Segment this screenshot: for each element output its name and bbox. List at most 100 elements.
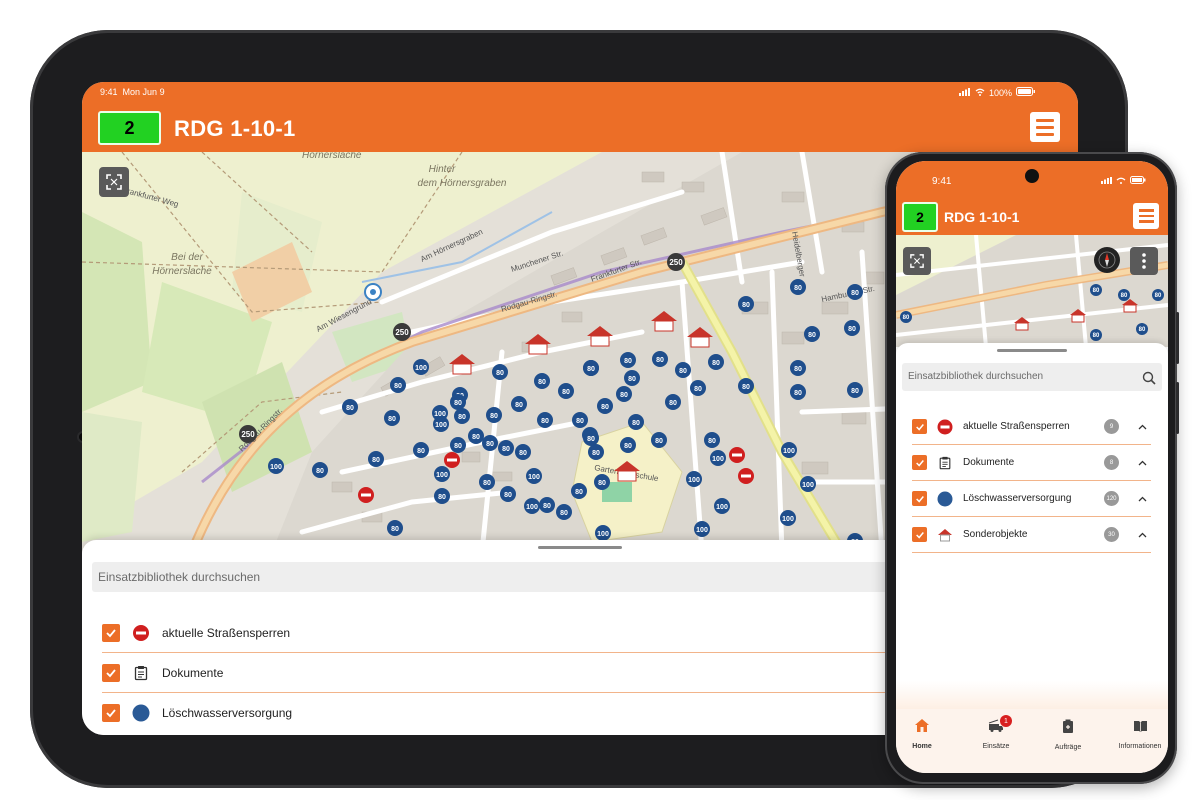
- layer-checkbox[interactable]: [912, 419, 927, 434]
- tab-einsaetze[interactable]: 1 Einsätze: [962, 715, 1030, 750]
- hydrant-marker[interactable]: 80: [900, 311, 912, 323]
- hydrant-marker[interactable]: 100: [781, 442, 797, 458]
- phone-menu-button[interactable]: [1133, 203, 1159, 229]
- hydrant-marker[interactable]: 80: [556, 504, 572, 520]
- hydrant-marker[interactable]: 80: [534, 373, 550, 389]
- chevron-up-icon[interactable]: [1137, 422, 1147, 432]
- layer-checkbox[interactable]: [912, 491, 927, 506]
- hydrant-marker[interactable]: 80: [539, 497, 555, 513]
- hydrant-marker[interactable]: 80: [624, 370, 640, 386]
- hydrant-marker[interactable]: 80: [616, 386, 632, 402]
- hydrant-marker[interactable]: 80: [1090, 329, 1102, 341]
- hydrant-marker[interactable]: 100: [268, 458, 284, 474]
- hydrant-marker[interactable]: 100: [526, 468, 542, 484]
- hydrant-marker[interactable]: 80: [1118, 289, 1130, 301]
- tab-informationen[interactable]: Informationen: [1106, 719, 1168, 750]
- phone-map-canvas[interactable]: 80 80 80 80 80 80: [896, 235, 1168, 347]
- hydrant-marker[interactable]: 80: [690, 380, 706, 396]
- hydrant-marker[interactable]: 80: [847, 382, 863, 398]
- hydrant-marker[interactable]: 80: [847, 284, 863, 300]
- road-closure-marker[interactable]: [729, 447, 745, 463]
- hydrant-marker[interactable]: 80: [620, 352, 636, 368]
- chevron-up-icon[interactable]: [1137, 494, 1147, 504]
- hydrant-marker[interactable]: 80: [844, 320, 860, 336]
- layer-checkbox[interactable]: [912, 455, 927, 470]
- layer-checkbox[interactable]: [102, 704, 120, 722]
- tab-home[interactable]: Home: [896, 719, 956, 750]
- search-icon[interactable]: [1142, 369, 1156, 397]
- hydrant-marker[interactable]: 80: [665, 394, 681, 410]
- hydrant-marker[interactable]: 80: [597, 398, 613, 414]
- hydrant-marker[interactable]: 80: [804, 326, 820, 342]
- hydrant-marker[interactable]: 100: [694, 521, 710, 537]
- unit-status-badge[interactable]: 2: [98, 111, 161, 145]
- sheet-grabber[interactable]: [538, 546, 622, 549]
- phone-unit-status-badge[interactable]: 2: [902, 202, 938, 232]
- phone-sheet-grabber[interactable]: [997, 349, 1067, 352]
- phone-layer-row-sonderobjekte[interactable]: Sonderobjekte 30: [912, 517, 1151, 553]
- hydrant-marker[interactable]: 80: [368, 451, 384, 467]
- hydrant-marker[interactable]: 80: [515, 444, 531, 460]
- phone-layer-row-strassensperren[interactable]: aktuelle Straßensperren 9: [912, 409, 1151, 445]
- layer-checkbox[interactable]: [102, 663, 120, 682]
- layer-row-strassensperren[interactable]: aktuelle Straßensperren: [102, 613, 892, 653]
- hydrant-marker[interactable]: 80: [620, 437, 636, 453]
- layer-checkbox[interactable]: [912, 527, 927, 542]
- road-closure-marker[interactable]: [358, 487, 374, 503]
- hydrant-marker[interactable]: 80: [738, 296, 754, 312]
- hydrant-marker[interactable]: 100: [686, 471, 702, 487]
- hydrant-marker[interactable]: 80: [387, 520, 403, 536]
- fullscreen-toggle-icon[interactable]: [99, 167, 129, 197]
- phone-layer-row-dokumente[interactable]: Dokumente 8: [912, 445, 1151, 481]
- hydrant-marker[interactable]: 80: [482, 435, 498, 451]
- layer-row-loeschwasser[interactable]: Löschwasserversorgung: [102, 693, 892, 733]
- more-options-icon[interactable]: [1130, 247, 1158, 275]
- hydrant-marker[interactable]: 100: [433, 416, 449, 432]
- phone-layer-row-loeschwasser[interactable]: Löschwasserversorgung 120: [912, 481, 1151, 517]
- layer-row-dokumente[interactable]: Dokumente: [102, 653, 892, 693]
- hydrant-marker[interactable]: 80: [537, 412, 553, 428]
- hydrant-marker[interactable]: 80: [790, 279, 806, 295]
- hydrant-marker[interactable]: 80: [342, 399, 358, 415]
- hydrant-marker[interactable]: 80: [571, 483, 587, 499]
- hydrant-marker[interactable]: 80: [558, 383, 574, 399]
- hydrant-marker[interactable]: 80: [450, 394, 466, 410]
- hydrant-marker[interactable]: 80: [790, 384, 806, 400]
- hydrant-marker[interactable]: 80: [434, 488, 450, 504]
- hydrant-marker[interactable]: 80: [492, 364, 508, 380]
- tab-auftraege[interactable]: Aufträge: [1034, 719, 1102, 751]
- location-marker-icon[interactable]: [364, 283, 382, 301]
- hydrant-marker[interactable]: 80: [511, 396, 527, 412]
- hydrant-marker[interactable]: 80: [652, 351, 668, 367]
- hydrant-marker[interactable]: 80: [468, 428, 484, 444]
- library-search-input[interactable]: Einsatzbibliothek durchsuchen: [92, 562, 892, 592]
- phone-library-search[interactable]: Einsatzbibliothek durchsuchen: [902, 363, 1162, 391]
- compass-icon[interactable]: [1094, 247, 1120, 273]
- hydrant-marker[interactable]: 80: [1152, 289, 1164, 301]
- hydrant-marker[interactable]: 80: [390, 377, 406, 393]
- hydrant-marker[interactable]: 80: [312, 462, 328, 478]
- hydrant-marker[interactable]: 100: [780, 510, 796, 526]
- hydrant-marker[interactable]: 80: [498, 440, 514, 456]
- chevron-up-icon[interactable]: [1137, 530, 1147, 540]
- hydrant-marker[interactable]: 80: [583, 360, 599, 376]
- hydrant-marker[interactable]: 80: [588, 444, 604, 460]
- chevron-up-icon[interactable]: [1137, 458, 1147, 468]
- phone-fullscreen-icon[interactable]: [903, 247, 931, 275]
- hydrant-marker[interactable]: 100: [434, 466, 450, 482]
- hydrant-marker[interactable]: 80: [572, 412, 588, 428]
- road-closure-marker[interactable]: [738, 468, 754, 484]
- hydrant-marker[interactable]: 100: [413, 359, 429, 375]
- hydrant-marker[interactable]: 80: [704, 432, 720, 448]
- hydrant-marker[interactable]: 100: [710, 450, 726, 466]
- hydrant-marker[interactable]: 80: [486, 407, 502, 423]
- road-closure-marker[interactable]: [444, 452, 460, 468]
- menu-button[interactable]: [1030, 112, 1060, 142]
- hydrant-marker[interactable]: 80: [738, 378, 754, 394]
- phone-map-view[interactable]: 80 80 80 80 80 80: [896, 235, 1168, 347]
- hydrant-marker[interactable]: 80: [675, 362, 691, 378]
- hydrant-marker[interactable]: 80: [450, 437, 466, 453]
- hydrant-marker[interactable]: 100: [524, 498, 540, 514]
- layer-checkbox[interactable]: [102, 623, 120, 642]
- hydrant-marker[interactable]: 80: [708, 354, 724, 370]
